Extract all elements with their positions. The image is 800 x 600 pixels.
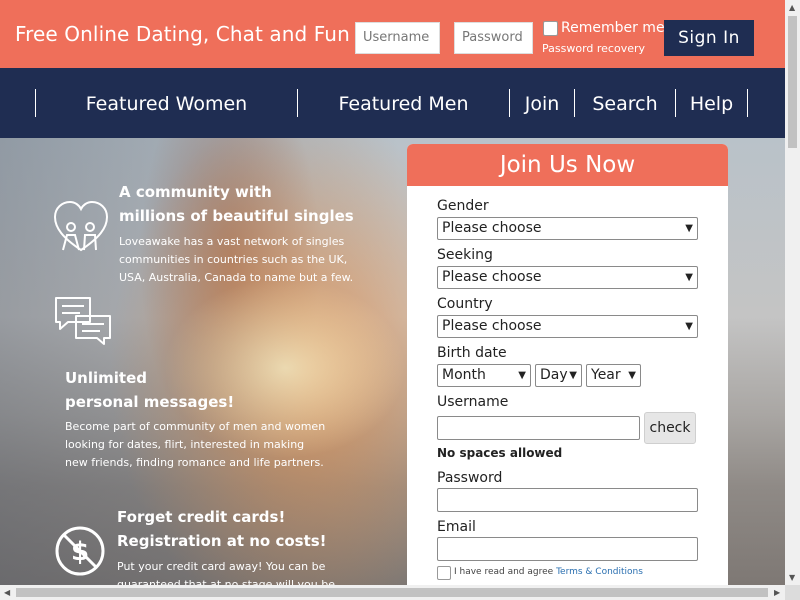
chevron-down-icon: ▼ bbox=[685, 272, 693, 283]
gender-select-value: Please choose bbox=[442, 220, 542, 236]
username-label: Username bbox=[437, 394, 509, 410]
terms-link[interactable]: Terms & Conditions bbox=[556, 567, 643, 577]
seeking-select-value: Please choose bbox=[442, 269, 542, 285]
scrollbar-corner bbox=[785, 585, 800, 600]
birth-year-select[interactable]: Year ▼ bbox=[586, 364, 641, 387]
username-input[interactable] bbox=[437, 416, 640, 440]
feature-title-line: Registration at no costs! bbox=[117, 532, 327, 550]
password-input[interactable] bbox=[437, 488, 698, 512]
login-username-input[interactable]: Username bbox=[355, 22, 440, 54]
chevron-down-icon: ▼ bbox=[685, 223, 693, 234]
feature-title: A community with millions of beautiful s… bbox=[119, 180, 354, 228]
remember-me-label[interactable]: Remember me bbox=[561, 20, 665, 36]
terms-checkbox[interactable] bbox=[437, 566, 451, 580]
hearts-couple-icon bbox=[53, 200, 109, 252]
nav-search[interactable]: Search bbox=[575, 90, 675, 118]
scroll-left-icon[interactable]: ◀ bbox=[4, 588, 10, 597]
country-select[interactable]: Please choose ▼ bbox=[437, 315, 698, 338]
join-title: Join Us Now bbox=[407, 144, 728, 186]
feature-text-line: communities in countries such as the UK, bbox=[119, 253, 348, 266]
feature-title-line: Forget credit cards! bbox=[117, 508, 286, 526]
remember-me-checkbox[interactable] bbox=[543, 21, 558, 36]
nav-help[interactable]: Help bbox=[676, 90, 747, 118]
feature-text-line: looking for dates, flirt, interested in … bbox=[65, 438, 305, 451]
feature-text-line: guaranteed that at no stage will you be bbox=[117, 578, 335, 585]
birth-year-value: Year bbox=[591, 367, 621, 383]
birth-day-value: Day bbox=[540, 367, 568, 383]
chevron-down-icon: ▼ bbox=[569, 370, 577, 381]
main-nav: Featured Women Featured Men Join Search … bbox=[0, 68, 785, 138]
country-select-value: Please choose bbox=[442, 318, 542, 334]
feature-title: Unlimited personal messages! bbox=[65, 366, 234, 414]
seeking-select[interactable]: Please choose ▼ bbox=[437, 266, 698, 289]
svg-text:$: $ bbox=[71, 537, 89, 567]
feature-title-line: A community with bbox=[119, 183, 272, 201]
login-password-input[interactable]: Password bbox=[454, 22, 533, 54]
terms-label: I have read and agree bbox=[454, 567, 554, 577]
join-panel: Join Us Now Gender Please choose ▼ Seeki… bbox=[407, 144, 728, 585]
birth-date-label: Birth date bbox=[437, 345, 507, 361]
vertical-scroll-thumb[interactable] bbox=[788, 16, 797, 148]
feature-title-line: Unlimited bbox=[65, 369, 147, 387]
nav-separator bbox=[747, 89, 748, 117]
feature-text-line: Loveawake has a vast network of singles bbox=[119, 235, 345, 248]
vertical-scrollbar[interactable]: ▲ ▼ bbox=[785, 0, 800, 585]
no-dollar-icon: $ bbox=[55, 526, 105, 576]
sign-in-button[interactable]: Sign In bbox=[664, 20, 754, 56]
scroll-down-icon[interactable]: ▼ bbox=[789, 573, 795, 582]
email-label: Email bbox=[437, 519, 476, 535]
gender-select[interactable]: Please choose ▼ bbox=[437, 217, 698, 240]
chevron-down-icon: ▼ bbox=[518, 370, 526, 381]
feature-text: Put your credit card away! You can be gu… bbox=[117, 558, 335, 585]
feature-title-line: millions of beautiful singles bbox=[119, 207, 354, 225]
scroll-up-icon[interactable]: ▲ bbox=[789, 3, 795, 12]
seeking-label: Seeking bbox=[437, 247, 493, 263]
feature-text-line: USA, Australia, Canada to name but a few… bbox=[119, 271, 354, 284]
email-input[interactable] bbox=[437, 537, 698, 561]
feature-text: Become part of community of men and wome… bbox=[65, 418, 325, 472]
nav-featured-men[interactable]: Featured Men bbox=[298, 90, 509, 118]
terms-text: I have read and agree Terms & Conditions bbox=[454, 567, 643, 577]
feature-title-line: personal messages! bbox=[65, 393, 235, 411]
chat-bubbles-icon bbox=[55, 297, 111, 345]
nav-featured-women[interactable]: Featured Women bbox=[36, 90, 297, 118]
chevron-down-icon: ▼ bbox=[685, 321, 693, 332]
horizontal-scrollbar[interactable]: ◀ ▶ bbox=[0, 585, 785, 600]
password-recovery-link[interactable]: Password recovery bbox=[542, 42, 645, 55]
feature-text: Loveawake has a vast network of singles … bbox=[119, 233, 353, 287]
horizontal-scroll-thumb[interactable] bbox=[16, 588, 768, 597]
nav-join[interactable]: Join bbox=[510, 90, 574, 118]
password-label: Password bbox=[437, 470, 503, 486]
feature-text-line: new friends, finding romance and life pa… bbox=[65, 456, 324, 469]
feature-text-line: Become part of community of men and wome… bbox=[65, 420, 326, 433]
birth-month-select[interactable]: Month ▼ bbox=[437, 364, 531, 387]
birth-day-select[interactable]: Day ▼ bbox=[535, 364, 582, 387]
no-spaces-hint: No spaces allowed bbox=[437, 446, 563, 460]
country-label: Country bbox=[437, 296, 493, 312]
scroll-right-icon[interactable]: ▶ bbox=[774, 588, 780, 597]
site-title: Free Online Dating, Chat and Fun bbox=[15, 22, 350, 46]
check-username-button[interactable]: check bbox=[644, 412, 696, 444]
top-bar: Free Online Dating, Chat and Fun Usernam… bbox=[0, 0, 785, 68]
feature-title: Forget credit cards! Registration at no … bbox=[117, 505, 327, 553]
feature-text-line: Put your credit card away! You can be bbox=[117, 560, 326, 573]
chevron-down-icon: ▼ bbox=[628, 370, 636, 381]
gender-label: Gender bbox=[437, 198, 489, 214]
birth-month-value: Month bbox=[442, 367, 486, 383]
